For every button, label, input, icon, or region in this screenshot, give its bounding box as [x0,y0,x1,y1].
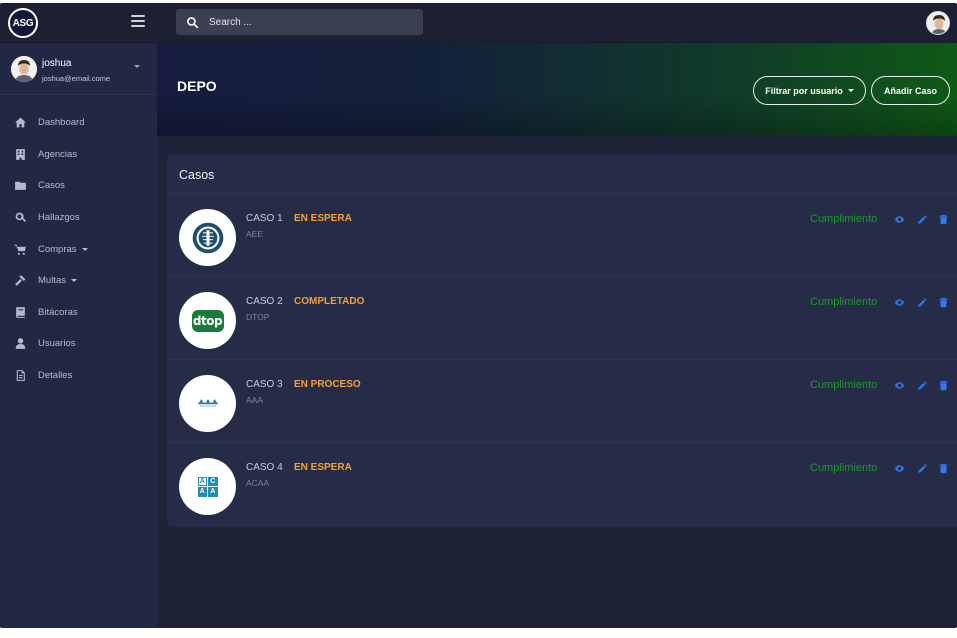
case-row[interactable]: A C A A CASO 4 EN ESPERA ACAA Cumplimien… [167,443,957,526]
search-input[interactable] [209,16,409,28]
document-icon [13,369,27,383]
building-icon [13,147,27,161]
logo-letter: A [208,487,218,497]
top-bar: ASG [0,3,957,43]
chevron-down-icon [70,279,77,283]
sidebar-item-label: Compras [38,243,77,255]
logo-letter: A [197,487,207,497]
pencil-icon[interactable] [917,461,929,473]
logo-letter: C [208,476,218,486]
case-row[interactable]: CASO 3 EN PROCESO AAA Cumplimiento [167,360,957,443]
home-icon [13,116,27,130]
logo-letter: A [197,476,207,486]
app-logo[interactable]: ASG [8,8,38,38]
compliance-link[interactable]: Cumplimiento [810,379,877,391]
trash-icon[interactable] [938,461,950,474]
case-agency: DTOP [246,312,270,322]
cases-card: Casos CASO 1 EN ESPERA AEE Cumplimiento … [167,154,957,527]
page-title: DEPO [177,78,217,94]
add-case-button[interactable]: Añadir Caso [871,76,950,105]
book-icon [13,305,27,319]
aaa-logo [179,375,236,432]
case-row[interactable]: CASO 1 EN ESPERA AEE Cumplimiento [167,194,957,277]
page-header: DEPO Filtrar por usuario Añadir Caso [157,43,957,136]
status-badge: COMPLETADO [294,296,365,307]
add-case-label: Añadir Caso [883,85,937,96]
logo-text: ASG [12,17,34,29]
case-name: CASO 4 [246,462,283,473]
logo-text: dtop [192,313,223,328]
status-badge: EN PROCESO [294,379,361,390]
trash-icon[interactable] [938,212,950,225]
chevron-down-icon [847,89,854,92]
case-name: CASO 2 [246,296,283,307]
case-agency: AEE [246,229,264,239]
sidebar: joshua joshua@email.come Dashboard Agenc… [0,43,157,628]
sidebar-item-label: Dashboard [38,117,85,129]
sidebar-item-usuarios[interactable]: Usuarios [0,328,157,360]
filter-by-user-button[interactable]: Filtrar por usuario [753,76,866,105]
pencil-icon[interactable] [917,295,929,307]
eye-icon[interactable] [894,461,906,473]
sidebar-item-casos[interactable]: Casos [0,170,157,202]
compliance-link[interactable]: Cumplimiento [810,462,877,474]
search-box[interactable] [176,9,423,35]
sidebar-item-multas[interactable]: Multas [0,265,157,297]
sidebar-item-compras[interactable]: Compras [0,233,157,265]
eye-icon[interactable] [894,295,906,307]
sidebar-item-label: Detalles [38,370,73,382]
sidebar-nav: Dashboard Agencias Casos Hallazgos Compr… [0,107,157,391]
eye-icon[interactable] [894,378,906,390]
case-name: CASO 3 [246,379,283,390]
app-window: ASG joshua joshua@email.come Dashboard [0,3,957,628]
chevron-down-icon[interactable] [134,65,140,68]
sidebar-item-dashboard[interactable]: Dashboard [0,107,157,139]
filter-label: Filtrar por usuario [765,85,843,96]
chevron-down-icon [81,247,88,251]
case-name: CASO 1 [246,213,283,224]
case-agency: ACAA [246,478,270,488]
status-badge: EN ESPERA [294,462,352,473]
sidebar-item-label: Hallazgos [38,212,80,224]
case-row[interactable]: dtop CASO 2 COMPLETADO DTOP Cumplimiento [167,277,957,360]
sidebar-item-label: Usuarios [38,338,76,350]
trash-icon[interactable] [938,378,950,391]
user-icon [13,337,27,351]
search-icon [13,211,27,225]
user-email: joshua@email.come [42,74,111,83]
acaa-logo: A C A A [179,458,236,515]
sidebar-item-bitacoras[interactable]: Bitácoras [0,297,157,329]
status-badge: EN ESPERA [294,213,352,224]
aee-logo [179,209,236,266]
trash-icon[interactable] [938,295,950,308]
sidebar-item-agencias[interactable]: Agencias [0,139,157,171]
cart-icon [13,242,27,256]
sidebar-item-label: Casos [38,180,65,192]
sidebar-item-label: Agencias [38,148,78,160]
gavel-icon [13,274,27,288]
case-agency: AAA [246,395,264,405]
avatar [11,56,37,82]
search-icon [187,16,199,28]
pencil-icon[interactable] [917,212,929,224]
menu-toggle-icon[interactable] [131,15,145,27]
sidebar-item-label: Bitácoras [38,306,78,318]
sidebar-item-detalles[interactable]: Detalles [0,360,157,392]
pencil-icon[interactable] [917,378,929,390]
top-avatar[interactable] [926,11,950,35]
sidebar-item-hallazgos[interactable]: Hallazgos [0,202,157,234]
dtop-logo: dtop [179,292,236,349]
eye-icon[interactable] [894,212,906,224]
folder-icon [13,179,27,193]
compliance-link[interactable]: Cumplimiento [810,296,877,308]
user-profile[interactable]: joshua joshua@email.come [0,43,157,95]
user-name: joshua [42,58,72,69]
sidebar-item-label: Multas [38,275,66,287]
compliance-link[interactable]: Cumplimiento [810,213,877,225]
card-title: Casos [179,168,215,182]
